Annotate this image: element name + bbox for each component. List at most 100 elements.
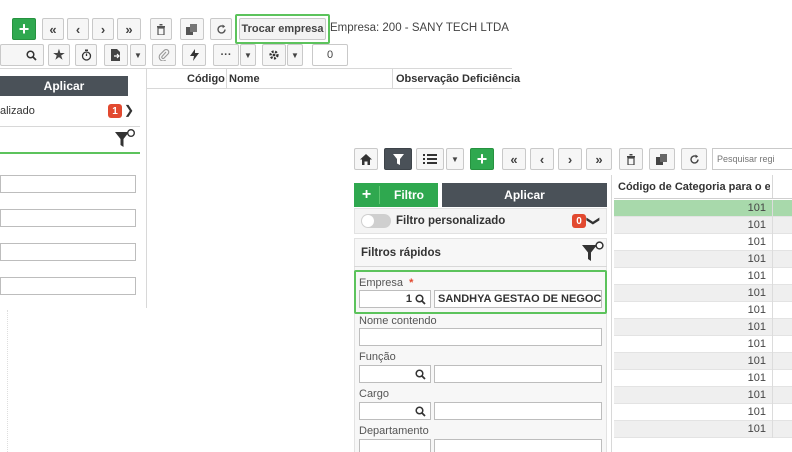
column-divider xyxy=(226,68,227,88)
prev-page-icon[interactable]: ‹ xyxy=(67,18,89,40)
column-header-codigo-categoria[interactable]: Código de Categoria para o e xyxy=(618,181,770,193)
first-page-icon[interactable]: « xyxy=(42,18,64,40)
list-view-icon[interactable] xyxy=(416,148,444,170)
add-button[interactable]: + xyxy=(12,18,36,40)
table-row[interactable]: 101 xyxy=(614,268,792,285)
column-header-codigo[interactable]: Código xyxy=(187,73,225,85)
departamento-code-input[interactable] xyxy=(359,439,431,452)
table-row[interactable]: 101 xyxy=(614,234,792,251)
funcao-name-input[interactable] xyxy=(434,365,602,383)
empresa-name-input[interactable]: SANDHYA GESTAO DE NEGOC xyxy=(434,290,602,308)
chevron-down-icon[interactable]: ❯ xyxy=(124,103,134,117)
funcao-label: Função xyxy=(359,351,396,363)
departamento-label: Departamento xyxy=(359,425,429,437)
nome-contendo-input[interactable] xyxy=(359,328,602,346)
table-row[interactable]: 101 xyxy=(614,302,792,319)
table-row[interactable]: 101 xyxy=(614,353,792,370)
cargo-label: Cargo xyxy=(359,388,389,400)
gear-icon[interactable] xyxy=(262,44,286,66)
overlay-copy-icon[interactable] xyxy=(649,148,675,170)
list-view-dropdown-icon[interactable]: ▼ xyxy=(446,148,464,170)
table-column-divider xyxy=(772,251,773,268)
table-row[interactable]: 101 xyxy=(614,217,792,234)
table-column-divider xyxy=(772,421,773,438)
refresh-icon[interactable] xyxy=(210,18,232,40)
table-row[interactable]: 101 xyxy=(614,421,792,438)
funcao-search-icon xyxy=(415,369,426,380)
export-dropdown-icon[interactable]: ▼ xyxy=(130,44,146,66)
filtros-rapidos-divider xyxy=(354,266,607,267)
overlay-aplicar-button[interactable]: Aplicar xyxy=(442,183,607,207)
cargo-code-input[interactable] xyxy=(359,402,431,420)
filtro-personalizado-toggle[interactable] xyxy=(361,214,391,228)
record-counter-value: 0 xyxy=(326,49,334,61)
cargo-name-input[interactable] xyxy=(434,402,602,420)
last-page-icon[interactable]: » xyxy=(117,18,141,40)
attach-icon[interactable] xyxy=(152,44,176,66)
overlay-funnel-icon[interactable] xyxy=(581,240,605,267)
funcao-code-input[interactable] xyxy=(359,365,431,383)
empresa-code-value: 1 xyxy=(405,293,412,305)
table-row[interactable]: 101 xyxy=(614,251,792,268)
overlay-first-page-icon[interactable]: « xyxy=(502,148,526,170)
home-icon[interactable] xyxy=(354,148,378,170)
lightning-icon[interactable] xyxy=(182,44,206,66)
aplicar-button[interactable]: Aplicar xyxy=(0,76,128,96)
table-row[interactable]: 101 xyxy=(614,319,792,336)
overlay-prev-page-icon[interactable]: ‹ xyxy=(530,148,554,170)
delete-icon[interactable] xyxy=(150,18,172,40)
plus-icon: + xyxy=(354,186,380,204)
filtro-button[interactable]: + Filtro xyxy=(354,183,438,207)
filter-toggle-button[interactable] xyxy=(384,148,412,170)
overlay-panel-grid-divider xyxy=(611,175,612,452)
export-icon[interactable] xyxy=(104,44,128,66)
overlay-grid-header-bottom xyxy=(614,198,792,199)
gear-dropdown-icon[interactable]: ▼ xyxy=(287,44,303,66)
next-page-icon[interactable]: › xyxy=(92,18,114,40)
overlay-last-page-icon[interactable]: » xyxy=(586,148,612,170)
trocar-empresa-label: Trocar empresa xyxy=(241,23,324,35)
table-cell-codigo: 101 xyxy=(747,423,766,435)
column-header-observacao[interactable]: Observação Deficiência xyxy=(396,73,520,85)
copy-icon[interactable] xyxy=(180,18,204,40)
empresa-code-input[interactable]: 1 xyxy=(359,290,431,308)
table-row[interactable]: 101 xyxy=(614,370,792,387)
empresa-label: Empresa * xyxy=(359,277,413,289)
search-icon xyxy=(26,49,37,61)
column-header-nome[interactable]: Nome xyxy=(229,73,260,85)
table-row[interactable]: 101 xyxy=(614,404,792,421)
search-button[interactable] xyxy=(0,44,44,66)
overlay-refresh-icon[interactable] xyxy=(681,148,707,170)
star-icon[interactable]: ★ xyxy=(48,44,70,66)
table-column-divider xyxy=(772,319,773,336)
nome-contendo-label: Nome contendo xyxy=(359,315,437,327)
overlay-add-button[interactable]: + xyxy=(470,148,494,170)
timer-icon[interactable] xyxy=(75,44,97,66)
funnel-icon[interactable] xyxy=(114,128,136,153)
filtro-label: Filtro xyxy=(394,188,424,202)
more-dropdown-icon[interactable]: ▼ xyxy=(240,44,256,66)
table-column-divider xyxy=(772,268,773,285)
overlay-search-input[interactable] xyxy=(712,148,792,170)
table-column-divider xyxy=(772,336,773,353)
bg-filter-field-1[interactable] xyxy=(0,175,136,193)
overlay-delete-icon[interactable] xyxy=(619,148,643,170)
table-cell-codigo: 101 xyxy=(747,304,766,316)
table-row[interactable]: 101 xyxy=(614,200,792,217)
table-column-divider xyxy=(772,302,773,319)
table-row[interactable]: 101 xyxy=(614,285,792,302)
overlay-chevron-down-icon[interactable]: ❯ xyxy=(585,216,601,227)
departamento-name-input[interactable] xyxy=(434,439,602,452)
table-row[interactable]: 101 xyxy=(614,387,792,404)
more-icon[interactable]: ··· xyxy=(213,44,239,66)
panel-accent-line xyxy=(0,152,140,154)
table-cell-codigo: 101 xyxy=(747,236,766,248)
table-row[interactable]: 101 xyxy=(614,336,792,353)
overlay-next-page-icon[interactable]: › xyxy=(558,148,582,170)
filter-count-badge: 1 xyxy=(108,104,122,118)
bg-filter-field-4[interactable] xyxy=(0,277,136,295)
trocar-empresa-button[interactable]: Trocar empresa xyxy=(239,18,326,40)
grid-header-bottom xyxy=(146,88,512,89)
bg-filter-field-2[interactable] xyxy=(0,209,136,227)
bg-filter-field-3[interactable] xyxy=(0,243,136,261)
